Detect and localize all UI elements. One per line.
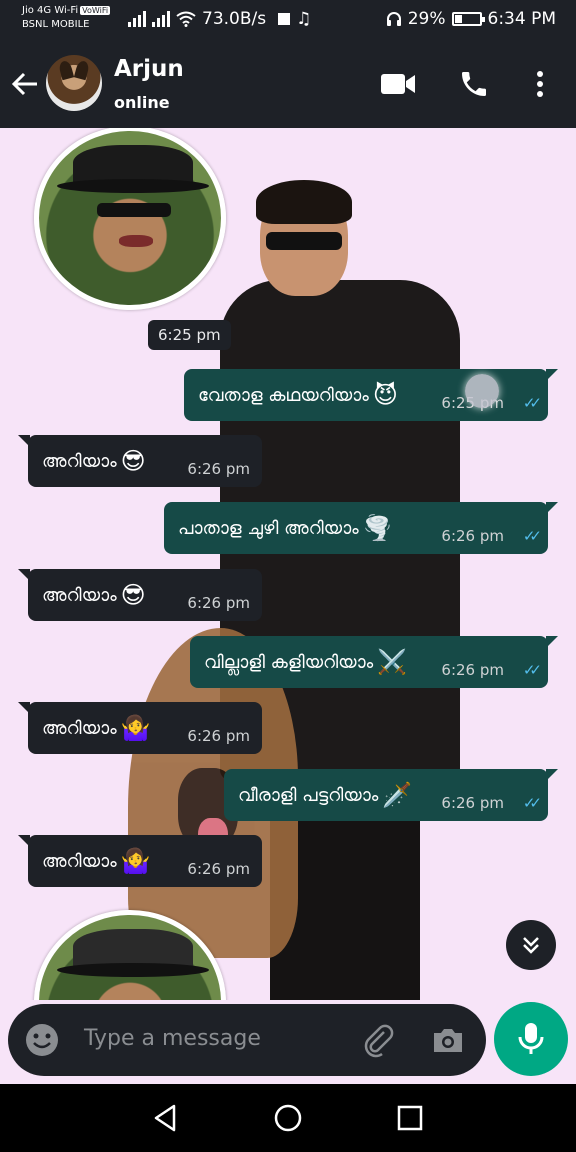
message-time: 6:26 pm: [187, 860, 250, 878]
camera-icon[interactable]: [430, 1022, 466, 1058]
vowifi-badge: VoWiFi: [80, 6, 111, 15]
message-text: അറിയാം: [42, 584, 117, 606]
sticker-message[interactable]: [34, 128, 226, 310]
message-bubble-incoming[interactable]: അറിയാം 😎 6:26 pm: [18, 435, 262, 487]
phone-icon[interactable]: [452, 62, 496, 106]
sticker-time: 6:25 pm: [148, 320, 231, 350]
paperclip-icon[interactable]: [360, 1022, 396, 1058]
message-bubble-incoming[interactable]: അറിയാം 🤷‍♀️ 6:26 pm: [18, 835, 262, 887]
message-text: പാതാള ചുഴി അറിയാം: [178, 517, 359, 539]
message-text: വീരാളി പട്ടറിയാം: [238, 784, 379, 806]
sunglasses-emoji: 😎: [120, 581, 146, 609]
battery-percent: 29%: [407, 9, 446, 29]
message-input[interactable]: Type a message: [84, 1026, 261, 1051]
double-check-icon: ✓✓: [522, 394, 542, 412]
signal-icon: [152, 11, 170, 27]
message-bubble-outgoing[interactable]: വീരാളി പട്ടറിയാം 🗡️ 6:26 pm ✓✓: [224, 769, 558, 821]
message-text: വില്ലാളി കളിയറിയാം: [204, 651, 374, 673]
tornado-emoji: 🌪️: [362, 514, 393, 542]
crossed-swords-emoji: ⚔️: [377, 648, 408, 676]
contact-status: online: [114, 93, 170, 112]
sunglasses-emoji: 😎: [120, 447, 146, 475]
status-right: 29% 6:34 PM: [386, 9, 556, 29]
battery-level-fill: [454, 15, 462, 23]
carrier-info: Jio 4G Wi-Fi VoWiFi BSNL MOBILE: [22, 4, 111, 32]
net-speed: 73.0B/s: [202, 9, 267, 29]
dagger-emoji: 🗡️: [382, 781, 413, 809]
message-time: 6:26 pm: [187, 460, 250, 478]
message-time: 6:26 pm: [441, 527, 504, 545]
signal-icon: [128, 11, 146, 27]
battery-icon: [451, 12, 485, 26]
notification-square-icon: [278, 13, 291, 25]
avatar[interactable]: [46, 55, 102, 111]
smiley-icon[interactable]: [24, 1022, 60, 1058]
message-bubble-outgoing[interactable]: വില്ലാളി കളിയറിയാം ⚔️ 6:26 pm ✓✓: [190, 636, 558, 688]
touch-indicator: [465, 374, 499, 408]
circle-home-icon[interactable]: [272, 1102, 304, 1134]
message-text: വേതാള കഥയറിയാം: [198, 384, 369, 406]
message-time: 6:26 pm: [187, 727, 250, 745]
carrier-line2: BSNL MOBILE: [22, 19, 90, 30]
message-text: അറിയാം: [42, 450, 117, 472]
chat-header: Arjun online: [0, 40, 576, 128]
shrug-emoji: 🤷‍♀️: [120, 714, 151, 742]
microphone-icon[interactable]: [494, 1002, 568, 1076]
chat-area[interactable]: 6:25 pm വേതാള കഥയറിയാം 😈 6:25 pm ✓✓ അറിയ…: [0, 128, 576, 1000]
message-bubble-incoming[interactable]: അറിയാം 😎 6:26 pm: [18, 569, 262, 621]
vertical-dots-icon[interactable]: [518, 62, 562, 106]
video-camera-icon[interactable]: [376, 62, 420, 106]
system-navigation-bar: [0, 1084, 576, 1152]
status-bar: Jio 4G Wi-Fi VoWiFi BSNL MOBILE 73.0B/s ♫…: [0, 0, 576, 40]
devil-emoji: 😈: [372, 381, 398, 409]
clock: 6:34 PM: [487, 9, 557, 29]
headset-icon: [386, 12, 401, 26]
message-text: അറിയാം: [42, 717, 117, 739]
wifi-icon: [176, 11, 196, 27]
signal-group: 73.0B/s ♫: [128, 9, 311, 29]
square-recents-icon[interactable]: [394, 1102, 426, 1134]
double-check-icon: ✓✓: [522, 794, 542, 812]
message-bubble-incoming[interactable]: അറിയാം 🤷‍♀️ 6:26 pm: [18, 702, 262, 754]
contact-name[interactable]: Arjun: [114, 56, 184, 82]
shrug-emoji: 🤷‍♀️: [120, 847, 151, 875]
music-note-icon: ♫: [296, 9, 312, 29]
message-composer: Type a message: [8, 1004, 486, 1076]
double-check-icon: ✓✓: [522, 661, 542, 679]
message-bubble-outgoing[interactable]: പാതാള ചുഴി അറിയാം 🌪️ 6:26 pm ✓✓: [164, 502, 558, 554]
double-chevron-down-icon[interactable]: [506, 920, 556, 970]
message-time: 6:26 pm: [441, 661, 504, 679]
message-text: അറിയാം: [42, 850, 117, 872]
double-check-icon: ✓✓: [522, 527, 542, 545]
message-time: 6:26 pm: [441, 794, 504, 812]
arrow-left-icon[interactable]: [10, 64, 44, 104]
triangle-back-icon[interactable]: [150, 1102, 182, 1134]
message-time: 6:26 pm: [187, 594, 250, 612]
carrier-line1: Jio 4G Wi-Fi: [22, 5, 79, 16]
